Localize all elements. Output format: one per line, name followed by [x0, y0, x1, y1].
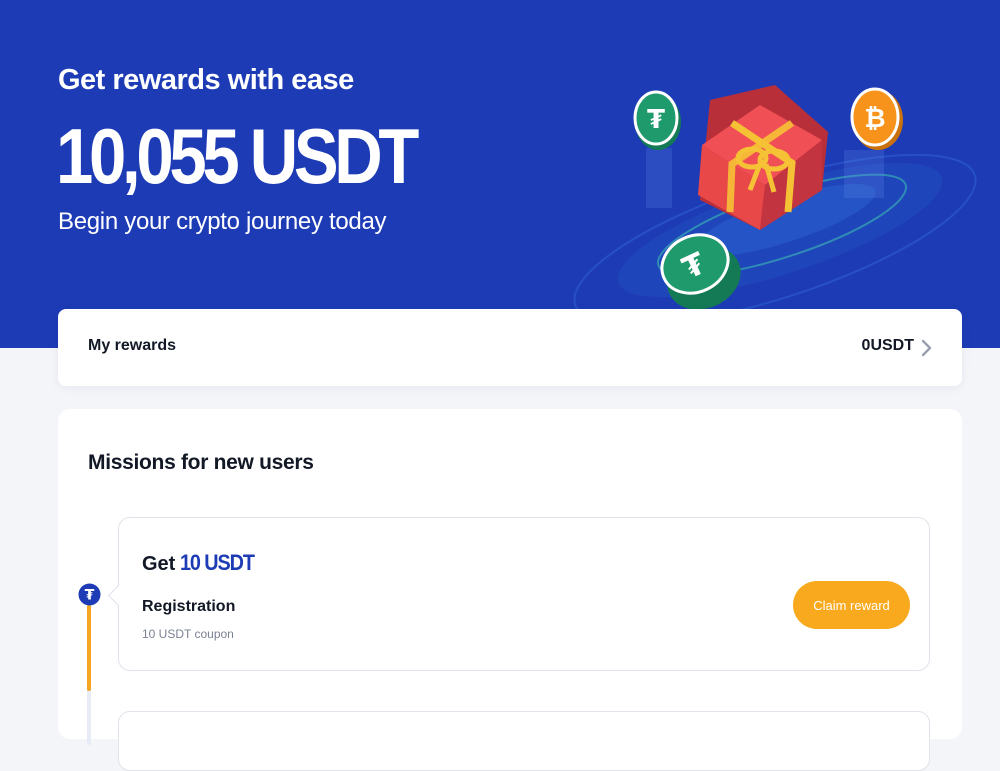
hero-tagline: Begin your crypto journey today	[58, 208, 387, 235]
claim-reward-button[interactable]: Claim reward	[793, 581, 910, 629]
mission-card-registration: Get 10 USDT Registration 10 USDT coupon C…	[107, 517, 930, 671]
hero-illustration: ₮ ₿ ₮	[573, 85, 977, 327]
svg-text:₮: ₮	[85, 588, 95, 604]
hero-banner: Get rewards with ease 10,055 USDT Begin …	[0, 0, 1000, 348]
mission-name: Registration	[142, 598, 236, 615]
mission-reward-heading: Get 10 USDT	[142, 550, 262, 576]
missions-title: Missions for new users	[88, 451, 314, 474]
missions-card: Missions for new users ₮ Get 10 USDT Regi…	[58, 409, 962, 771]
my-rewards-value: 0USDT	[861, 337, 914, 354]
svg-text:₿: ₿	[864, 104, 885, 134]
mission-reward-amount: 10 USDT	[180, 550, 255, 575]
my-rewards-card[interactable]: My rewards 0USDT	[58, 309, 962, 386]
mission-card-next	[118, 711, 930, 771]
timeline-progress	[87, 605, 91, 691]
mission-description: 10 USDT coupon	[142, 627, 234, 641]
svg-text:₮: ₮	[647, 105, 665, 135]
tether-coin-icon: ₮	[633, 90, 681, 150]
chevron-right-icon[interactable]	[918, 338, 934, 358]
hero-amount: 10,055 USDT	[56, 112, 419, 200]
bitcoin-coin-icon: ₿	[850, 87, 903, 150]
my-rewards-label: My rewards	[88, 337, 177, 354]
tether-icon: ₮	[78, 583, 101, 606]
mission-notch	[107, 584, 130, 607]
hero-subtitle: Get rewards with ease	[58, 64, 354, 96]
mission-get-label: Get	[142, 553, 176, 575]
